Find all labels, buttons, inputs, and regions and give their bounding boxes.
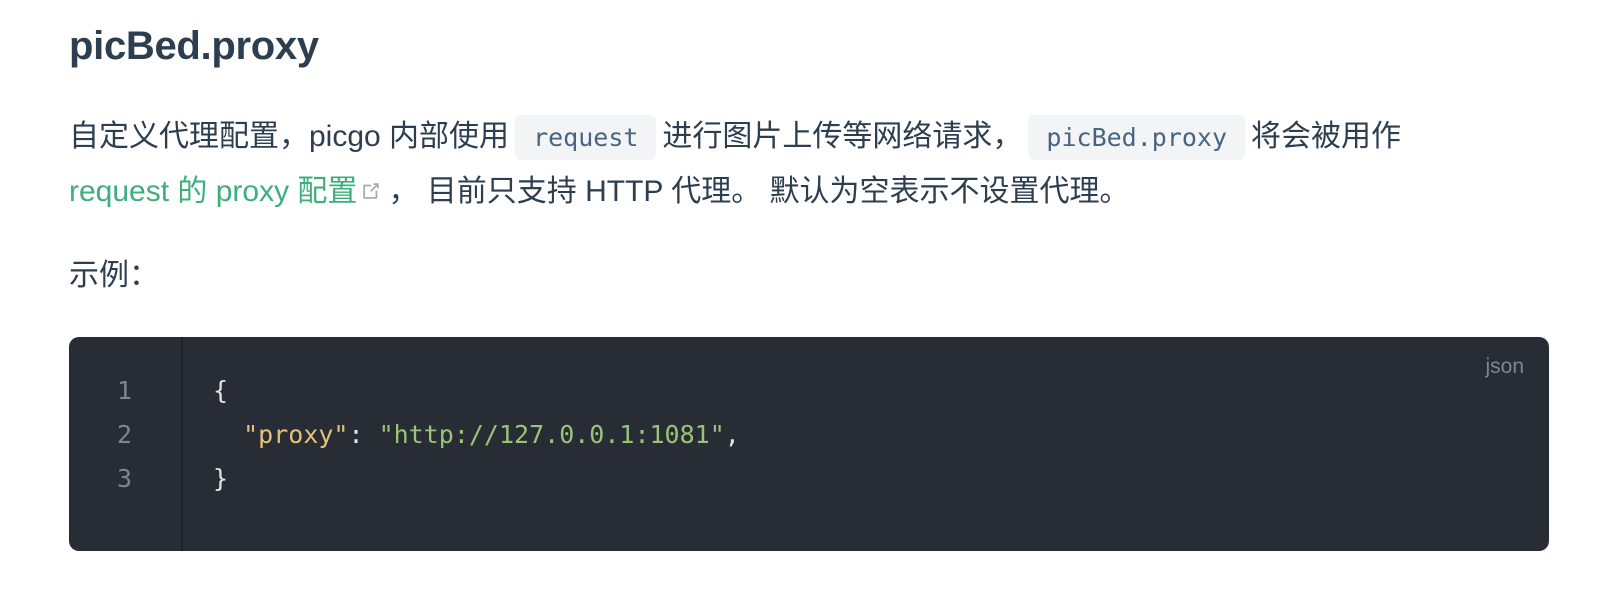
example-label: 示例： [69,259,159,292]
description-text-3: 将会被用作 [1251,120,1402,153]
line-number: 2 [116,420,132,449]
link-label: request 的 proxy 配置 [69,175,358,208]
json-key: "proxy" [243,420,349,449]
json-colon: : [348,420,379,449]
code-line-3: } [213,464,229,493]
section-heading: picBed.proxy [69,24,319,68]
inline-code-request: request [515,115,657,160]
description-text-4: ， 目前只支持 HTTP 代理。 默认为空表示不设置代理。 [388,175,1130,208]
json-comma: , [724,420,740,449]
code-block: 1 2 3 { "proxy": "http://127.0.0.1:1081"… [69,337,1549,551]
json-string-value: "http://127.0.0.1:1081" [378,420,725,449]
inline-code-picbed-proxy: picBed.proxy [1028,115,1246,160]
description-text-1: 自定义代理配置，picgo 内部使用 [69,120,510,153]
request-proxy-config-link[interactable]: request 的 proxy 配置 [69,175,388,208]
line-number: 3 [116,464,132,493]
external-link-icon [360,166,382,220]
description-text-2: 进行图片上传等网络请求， [662,120,1023,153]
code-language-label: json [1485,355,1524,378]
description-paragraph: 自定义代理配置，picgo 内部使用 request 进行图片上传等网络请求， pic… [69,110,1549,220]
line-number-gutter: 1 2 3 [69,337,183,551]
line-number: 1 [116,376,132,405]
code-line-1: { [213,376,229,405]
code-line-2: "proxy": "http://127.0.0.1:1081", [213,412,740,457]
